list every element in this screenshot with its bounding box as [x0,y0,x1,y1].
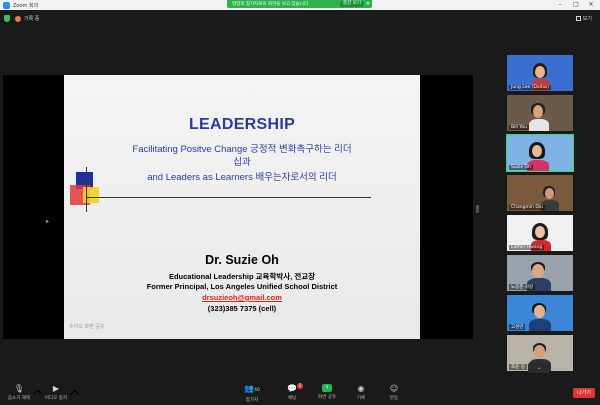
participant-face [533,105,543,118]
tile-name: 조윤 강 [509,364,527,370]
participant-face [535,66,545,78]
participant-face [535,226,545,238]
slide-subtitle-2: 십과 [233,157,251,168]
video-tile[interactable]: 고성란 [507,295,573,331]
microphone-muted-icon: 🎙 [13,384,25,393]
screen-share-banner: 영업의 참가자로의 화면을 보고 있습니다 옵션 보기 ✕ [227,0,372,8]
recording-icon [15,16,21,22]
view-label: 보기 [582,16,592,22]
presentation-slide: LEADERSHIP Facilitating Positve Change 긍… [64,75,420,339]
share-label: 화면 공유 [318,395,336,400]
leave-meeting-button[interactable]: 나가기 [573,388,595,398]
tile-name: Jung Lee (Dallas) [509,85,552,90]
tile-name: Bill You [509,125,530,130]
slide-subtitle-3: and Leaders as Learners 배우는자로서의 리더 [147,172,337,183]
security-shield-icon[interactable] [4,15,10,22]
share-screen-button[interactable]: ↑ 화면 공유 [314,384,340,400]
mouse-cursor-icon: ➤ [45,219,50,225]
participant-face [534,305,545,318]
slide-decor-horizontal-line [86,197,371,198]
slide-subtitle-1: Facilitating Positve Change 긍정적 변화촉구하는 리… [132,144,352,155]
chat-label: 채팅 [287,396,297,401]
video-label: 비디오 중지 [44,396,68,401]
chat-bubble-icon: 💬 1 [287,383,303,393]
slide-credential: Educational Leadership 교육학박사, 전교장 [168,272,316,281]
slide-phone: (323)385 7375 (cell) [207,304,277,313]
close-window-button[interactable]: ✕ [584,0,598,10]
slide-title: LEADERSHIP [188,116,296,133]
tile-name: 노동준 사랑 [509,284,536,290]
slide-email-link[interactable]: drsuzieoh@gmail.com [64,293,420,302]
tile-name: Suzie Oh [509,165,533,170]
maximize-button[interactable]: □ [569,0,583,10]
reactions-label: 반응 [389,396,399,401]
window-title: Zoom 회의 [13,2,39,9]
video-tile[interactable]: 노동준 사랑 [507,255,573,291]
video-camera-icon: ▶ [52,384,60,393]
gallery-scroll-down-button[interactable]: ⌄ [528,363,550,373]
chat-unread-badge: 1 [297,383,303,389]
shared-screen: LEADERSHIP Facilitating Positve Change 긍… [3,75,473,339]
minimize-button[interactable]: – [553,0,567,10]
grid-view-icon [575,16,581,21]
participants-count: 40 [254,388,260,393]
participant-gallery: Jung Lee (Dallas) Bill You Suzie Oh Chan… [506,55,574,375]
participant-face [532,145,542,157]
slide-author: Dr. Suzie Oh [205,253,279,267]
view-options-button[interactable]: 옵션 보기 [340,1,364,7]
banner-close-icon[interactable]: ✕ [366,0,370,8]
zoom-window: Zoom 회의 – □ ✕ 영업의 참가자로의 화면을 보고 있습니다 옵션 보… [0,0,600,405]
video-tile[interactable]: Changmin Doi [507,175,573,211]
video-tile-active-speaker[interactable]: Suzie Oh [506,134,574,172]
video-options-caret-icon[interactable]: ^ [68,387,81,405]
participant-body [529,319,551,331]
meeting-info-bar: 기록 중 보기 [0,12,600,26]
tile-name: Changmin Doi [509,205,545,210]
reactions-button[interactable]: ☺ 반응 [385,384,403,401]
participant-face [545,188,554,199]
smiley-icon: ☺ [389,384,399,393]
meeting-toolbar: 🎙 음소거 해제 ^ ▶ 비디오 중지 ^ 👥40 참가자 💬 1 채팅 ↑ 화면… [0,382,600,405]
tile-name: Esther Hwang [509,245,545,250]
video-tile[interactable]: Esther Hwang [507,215,573,251]
recording-label: 기록 중 [24,16,40,22]
participant-body [529,119,549,131]
split-resize-handle[interactable] [476,205,479,213]
presenter-tag: 수지오 화면 공유 [69,324,105,330]
participant-face [532,264,544,278]
video-tile[interactable]: Jung Lee (Dallas) [507,55,573,91]
record-icon: ◉ [357,384,365,393]
participant-face [534,345,545,358]
mute-label: 음소거 해제 [7,396,31,401]
slide-former-role: Former Principal, Los Angeles Unified Sc… [146,282,338,291]
banner-text: 영업의 참가자로의 화면을 보고 있습니다 [232,2,309,7]
mute-button[interactable]: 🎙 음소거 해제 [6,384,32,401]
participants-icon: 👥40 [244,384,260,393]
record-button[interactable]: ◉ 기록 [352,384,370,401]
tile-name: 고성란 [509,324,526,330]
chat-button[interactable]: 💬 1 채팅 [283,383,303,401]
participants-button[interactable]: 👥40 참가자 [240,384,264,403]
stop-video-button[interactable]: ▶ 비디오 중지 [42,384,70,401]
participants-label: 참가자 [245,398,259,403]
record-label: 기록 [356,396,366,401]
share-arrow-icon: ↑ [322,384,332,392]
video-tile[interactable]: Bill You [507,95,573,131]
view-button[interactable]: 보기 [575,15,592,22]
zoom-logo-icon [3,1,10,9]
